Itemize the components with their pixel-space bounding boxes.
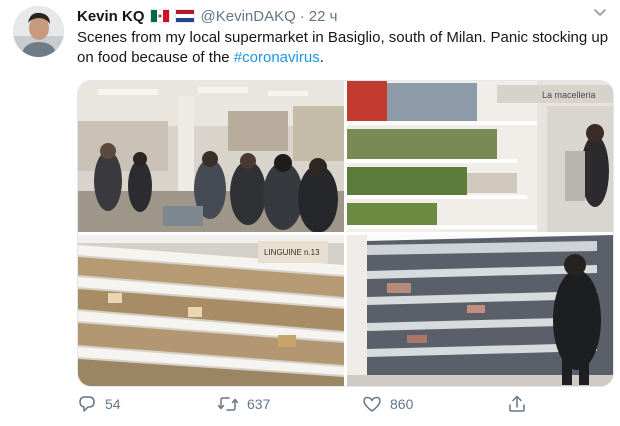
tweet-text: Scenes from my local supermarket in Basi… xyxy=(77,28,612,68)
photo-empty-fridge-aisle[interactable] xyxy=(347,235,613,386)
reply-icon xyxy=(79,396,95,412)
like-button[interactable]: 860 xyxy=(362,394,413,414)
like-count: 860 xyxy=(390,396,414,412)
like-icon xyxy=(363,396,381,412)
tweet-actions: 54 637 860 xyxy=(77,394,547,418)
separator-dot: · xyxy=(299,7,305,25)
share-icon xyxy=(509,395,525,412)
tweet[interactable]: Kevin KQ @KevinDAKQ · 22 ч Scenes from m… xyxy=(0,0,620,426)
author-handle[interactable]: @KevinDAKQ xyxy=(201,8,296,25)
retweet-icon xyxy=(217,397,239,411)
timestamp[interactable]: 22 ч xyxy=(309,8,338,25)
reply-count: 54 xyxy=(105,396,121,412)
share-button[interactable] xyxy=(507,394,535,414)
photo-checkout-crowd[interactable] xyxy=(78,81,344,232)
netherlands-flag-icon xyxy=(174,9,195,23)
hashtag-link[interactable]: #coronavirus xyxy=(234,49,320,66)
photo-empty-pasta-shelves[interactable]: LINGUINE n.13 xyxy=(78,235,344,386)
tweet-text-end: . xyxy=(319,49,324,66)
retweet-button[interactable]: 637 xyxy=(217,394,270,414)
store-sign-text: La macelleria xyxy=(542,90,596,100)
retweet-count: 637 xyxy=(247,396,271,412)
chevron-down-icon[interactable] xyxy=(590,2,610,22)
avatar[interactable] xyxy=(13,6,64,57)
photo-canned-shelves[interactable]: La macelleria xyxy=(347,81,613,232)
pasta-sign-text: LINGUINE n.13 xyxy=(264,248,320,257)
tweet-header: Kevin KQ @KevinDAKQ · 22 ч xyxy=(77,6,337,26)
tweet-text-body: Scenes from my local supermarket in Basi… xyxy=(77,29,609,66)
media-grid: La macelleria LINGUINE n.13 xyxy=(77,80,614,387)
author-name[interactable]: Kevin KQ xyxy=(77,8,145,25)
reply-button[interactable]: 54 xyxy=(77,394,121,414)
mexico-flag-icon xyxy=(149,9,170,23)
